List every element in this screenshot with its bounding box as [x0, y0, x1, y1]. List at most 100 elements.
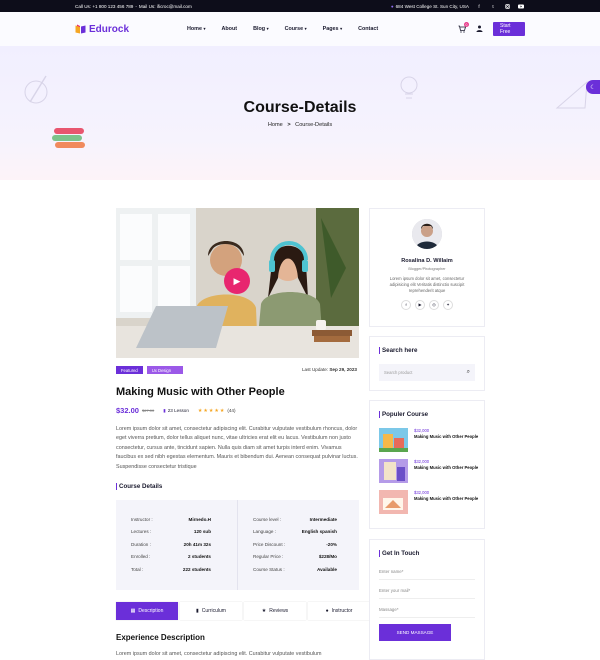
- detail-value: English spanish: [301, 529, 337, 535]
- description-icon: ▦: [130, 608, 136, 614]
- youtube-icon[interactable]: ▶: [415, 299, 425, 310]
- chevron-down-icon: ▾: [266, 26, 269, 31]
- course-thumbnail: [379, 490, 408, 514]
- list-item[interactable]: $32,000 Making Music with Other People: [379, 459, 478, 483]
- detail-row: Enrolled : 2 students: [131, 554, 211, 566]
- search-input[interactable]: Search product ⌕: [379, 364, 475, 381]
- top-bar: Call Us: +1 800 123 456 789 - Mail Us: i…: [0, 0, 600, 12]
- nav-home[interactable]: Home ▾: [187, 26, 206, 32]
- chevron-down-icon: ▾: [203, 26, 206, 31]
- experience-text: Lorem ipsum dolor sit amet, consectetur …: [116, 651, 322, 657]
- play-icon: ▶: [233, 275, 241, 286]
- detail-label: Language :: [253, 529, 276, 535]
- star-icon: ★: [219, 407, 225, 414]
- list-item[interactable]: $32,000 Making Music with Other People: [379, 490, 478, 514]
- breadcrumb: Home > Course-Details: [0, 122, 600, 128]
- breadcrumb-current: Course-Details: [295, 122, 333, 128]
- tab-description[interactable]: ▦ Description: [116, 602, 178, 620]
- twitter-icon[interactable]: ✦: [443, 299, 453, 310]
- phone-text: Call Us: +1 800 123 456 789: [75, 3, 134, 9]
- name-field[interactable]: Enter name*: [379, 564, 475, 580]
- lesson-count-label: 23 Lesson: [167, 408, 189, 413]
- tab-curriculum[interactable]: ▮ Curriculum: [180, 602, 242, 620]
- nav-pages[interactable]: Pages ▾: [323, 26, 342, 32]
- star-icon: ★: [197, 407, 203, 414]
- search-heading: Search here: [379, 347, 417, 354]
- detail-label: Total :: [131, 566, 144, 572]
- nav-pages-label: Pages: [322, 26, 339, 32]
- detail-row: Course Status : Available: [253, 567, 337, 579]
- nav-blog[interactable]: Blog ▾: [253, 26, 269, 32]
- user-icon: ●: [325, 608, 329, 614]
- moon-icon: ☾: [590, 84, 596, 91]
- tab-instructor[interactable]: ● Instructor: [308, 602, 370, 620]
- nav-course[interactable]: Course ▾: [285, 26, 307, 32]
- star-icon: ★: [203, 407, 208, 414]
- detail-value: Available: [316, 566, 337, 572]
- lesson-count: ▮ 23 Lesson: [163, 408, 189, 414]
- twitter-icon[interactable]: t: [489, 2, 497, 10]
- book-logo-icon: [75, 24, 86, 34]
- send-message-button[interactable]: SEND MASSAGE: [379, 624, 451, 641]
- popular-info: $32,000 Making Music with Other People: [414, 490, 478, 514]
- tab-reviews-label: Reviews: [269, 608, 289, 614]
- tab-description-label: Description: [138, 608, 164, 614]
- popular-course-card: Populer Course $32,000 Making Music with…: [369, 400, 485, 529]
- nav-about[interactable]: About: [222, 26, 238, 32]
- popular-name: Making Music with Other People: [414, 465, 479, 470]
- location-icon: ●: [390, 3, 394, 9]
- star-icon: ★: [208, 407, 214, 414]
- search-icon[interactable]: ⌕: [467, 369, 470, 376]
- detail-label: Duration :: [131, 541, 151, 547]
- experience-title: Experience Description: [116, 633, 205, 642]
- author-role: Blogger/Photographer: [408, 267, 446, 271]
- last-update-label: Last Update:: [302, 367, 329, 372]
- author-social: f ▶ ◎ ✦: [370, 299, 484, 310]
- youtube-icon[interactable]: [517, 2, 525, 10]
- detail-row: Price Discount : -20%: [253, 542, 337, 554]
- popular-heading: Populer Course: [379, 411, 428, 418]
- course-title: Making Music with Other People: [116, 386, 285, 398]
- tag-ux-design[interactable]: Ux Design: [146, 366, 183, 374]
- detail-label: Course level :: [253, 517, 282, 522]
- author-bio: Lorem ipsum dolor sit amet, consectetur …: [389, 276, 465, 294]
- instagram-icon[interactable]: ◎: [429, 299, 439, 310]
- review-count: (44): [227, 408, 236, 413]
- message-field[interactable]: Massage*: [379, 602, 475, 618]
- course-details-heading: Course Details: [116, 483, 162, 490]
- instagram-icon[interactable]: [503, 2, 511, 10]
- books-deco-icon: [52, 128, 85, 148]
- brand-logo[interactable]: Edurock: [75, 24, 129, 35]
- tag-featured[interactable]: Featured: [116, 366, 143, 374]
- mail-text[interactable]: Mail Us: ificroc@mail.com: [139, 4, 192, 9]
- topbar-right: ● 684 West College St. Sun City, USA f t: [391, 2, 525, 10]
- detail-row: Language : English spanish: [253, 529, 337, 541]
- star-icon: ★: [214, 407, 219, 414]
- detail-label: Instructor :: [131, 517, 153, 522]
- dark-mode-toggle[interactable]: ☾: [586, 80, 600, 94]
- facebook-icon[interactable]: f: [401, 299, 411, 310]
- star-icon: ★: [261, 608, 267, 614]
- cart-count-badge: 0: [464, 22, 469, 27]
- popular-price: $32,000: [414, 459, 430, 464]
- list-item[interactable]: $32,000 Making Music with Other People: [379, 428, 478, 452]
- detail-label: Course Status :: [253, 566, 285, 572]
- page-hero: Course-Details Home > Course-Details: [0, 46, 600, 180]
- play-button[interactable]: ▶: [224, 268, 250, 294]
- facebook-icon[interactable]: f: [475, 2, 483, 10]
- detail-value: 2 students: [188, 554, 211, 560]
- topbar-separator: -: [135, 3, 137, 9]
- details-right-column: Course level : Intermediate Language : Eng…: [253, 517, 337, 579]
- cart-icon[interactable]: 0: [458, 22, 469, 33]
- nav-contact[interactable]: Contact: [358, 26, 378, 32]
- email-field[interactable]: Enter your mail*: [379, 583, 475, 599]
- breadcrumb-home[interactable]: Home: [268, 122, 283, 128]
- header-actions: 0 Start Free: [458, 22, 525, 36]
- tab-reviews[interactable]: ★ Reviews: [244, 602, 306, 620]
- detail-row: Instructor : Mirnedo.H: [131, 517, 211, 529]
- old-price: $67.00: [141, 408, 155, 413]
- price-line: $32.00 $67.00 ▮ 23 Lesson ★ ★ ★ ★ ★ (44): [116, 406, 236, 415]
- start-free-button[interactable]: Start Free: [493, 22, 525, 36]
- detail-row: Regular Price : $228/Mo: [253, 554, 337, 566]
- user-icon[interactable]: [476, 25, 483, 34]
